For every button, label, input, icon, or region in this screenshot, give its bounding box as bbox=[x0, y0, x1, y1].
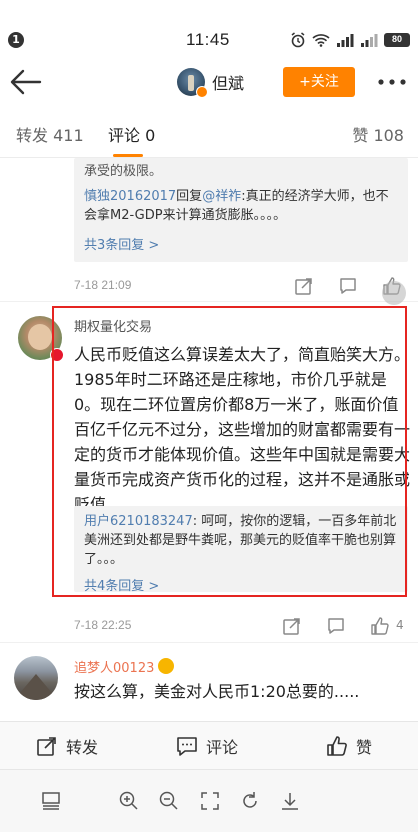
reply-username[interactable]: 慎独20162017 bbox=[84, 189, 176, 204]
comment-body: 按这么算，美金对人民币1:20总要的..... bbox=[74, 682, 360, 701]
back-arrow-icon[interactable] bbox=[8, 66, 44, 98]
commenter-name[interactable]: 追梦人00123 bbox=[74, 657, 175, 676]
share-icon[interactable] bbox=[282, 616, 302, 636]
like-count: 4 bbox=[396, 618, 404, 632]
commenter-name-text: 追梦人00123 bbox=[74, 661, 155, 676]
comment-time: 7-18 21:09 bbox=[74, 278, 132, 292]
status-clock: 11:45 bbox=[186, 30, 230, 49]
post-action-bar: 转发 评论 赞 bbox=[0, 721, 418, 769]
more-replies-link[interactable]: 共3条回复 > bbox=[74, 225, 408, 253]
divider bbox=[0, 301, 418, 302]
more-replies-link[interactable]: 共4条回复 > bbox=[74, 569, 408, 594]
download-icon[interactable] bbox=[279, 790, 301, 812]
rotate-icon[interactable] bbox=[239, 790, 261, 812]
reply-preview-box[interactable]: 用户6210183247: 呵呵，按你的逻辑，一百多年前北美洲还到处都是野牛粪呢… bbox=[74, 506, 408, 594]
crown-badge-icon bbox=[158, 658, 175, 674]
browser-toolbar bbox=[0, 769, 418, 832]
alarm-icon bbox=[291, 32, 305, 48]
reply-mention[interactable]: @祥祚 bbox=[202, 189, 241, 204]
comment-button[interactable]: 评论 bbox=[176, 722, 238, 770]
floating-scroll-handle[interactable] bbox=[382, 281, 406, 305]
thumbs-up-icon bbox=[327, 736, 347, 756]
zoom-out-icon[interactable] bbox=[158, 790, 180, 812]
repost-icon bbox=[37, 737, 56, 756]
notification-count-badge: 1 bbox=[8, 32, 24, 48]
comment-list[interactable]: 承受的极限。 慎独20162017回复@祥祚:真正的经济学大师，也不会拿M2-G… bbox=[0, 158, 418, 721]
account-name[interactable]: 但斌 bbox=[212, 70, 244, 94]
comment-meta-row: 7-18 22:25 4 bbox=[74, 616, 408, 638]
divider bbox=[0, 642, 418, 643]
comment-icon bbox=[177, 737, 197, 756]
tab-repost[interactable]: 转发 411 bbox=[16, 122, 84, 146]
reply-line: 慎独20162017回复@祥祚:真正的经济学大师，也不会拿M2-GDP来计算通货… bbox=[74, 181, 408, 225]
status-icons: 80 bbox=[290, 32, 410, 48]
detail-tabs: 转发 411 评论 0 赞 108 bbox=[0, 110, 418, 158]
reply-preview-box[interactable]: 承受的极限。 慎独20162017回复@祥祚:真正的经济学大师，也不会拿M2-G… bbox=[74, 158, 408, 262]
reply-partial-text: 承受的极限。 bbox=[84, 164, 163, 179]
reply-line: 用户6210183247: 呵呵，按你的逻辑，一百多年前北美洲还到处都是野牛粪呢… bbox=[74, 506, 408, 569]
comment-time: 7-18 22:25 bbox=[74, 618, 132, 632]
comment-bubble-icon[interactable] bbox=[338, 276, 358, 296]
member-badge-icon bbox=[50, 348, 64, 362]
reply-verb: 回复 bbox=[176, 189, 203, 204]
signal-icon bbox=[337, 34, 354, 47]
battery-level: 80 bbox=[384, 33, 410, 47]
like-label: 赞 bbox=[356, 738, 373, 757]
tab-like[interactable]: 赞 108 bbox=[352, 122, 404, 146]
status-bar: 1 11:45 80 bbox=[0, 0, 418, 52]
wifi-icon bbox=[312, 34, 330, 47]
signal-icon-2 bbox=[361, 34, 378, 47]
like-icon[interactable] bbox=[370, 616, 390, 636]
comment-bubble-icon[interactable] bbox=[326, 616, 346, 636]
tabs-overview-icon[interactable] bbox=[40, 790, 62, 812]
follow-button[interactable]: +关注 bbox=[283, 67, 355, 97]
reply-username[interactable]: 用户6210183247 bbox=[84, 514, 193, 529]
comment-meta-row: 7-18 21:09 bbox=[74, 276, 408, 298]
comment-label: 评论 bbox=[206, 738, 239, 757]
commenter-avatar[interactable] bbox=[14, 656, 58, 700]
fullscreen-icon[interactable] bbox=[199, 790, 221, 812]
repost-label: 转发 bbox=[66, 738, 99, 757]
verified-badge-icon bbox=[196, 86, 208, 98]
comment-body: 人民币贬值这么算误差太大了，简直贻笑大方。1985年时二环路还是庄稼地，市价几乎… bbox=[74, 345, 411, 514]
zoom-in-icon[interactable] bbox=[118, 790, 140, 812]
more-options-icon[interactable] bbox=[377, 78, 407, 86]
share-icon[interactable] bbox=[294, 276, 314, 296]
active-tab-indicator bbox=[113, 154, 143, 157]
repost-button[interactable]: 转发 bbox=[36, 722, 98, 770]
commenter-name[interactable]: 期权量化交易 bbox=[74, 316, 152, 335]
reply-partial-line: 承受的极限。 bbox=[74, 158, 408, 181]
tab-comment[interactable]: 评论 0 bbox=[108, 122, 155, 146]
like-button[interactable]: 赞 bbox=[326, 722, 372, 770]
title-bar: 但斌 +关注 bbox=[0, 52, 418, 110]
